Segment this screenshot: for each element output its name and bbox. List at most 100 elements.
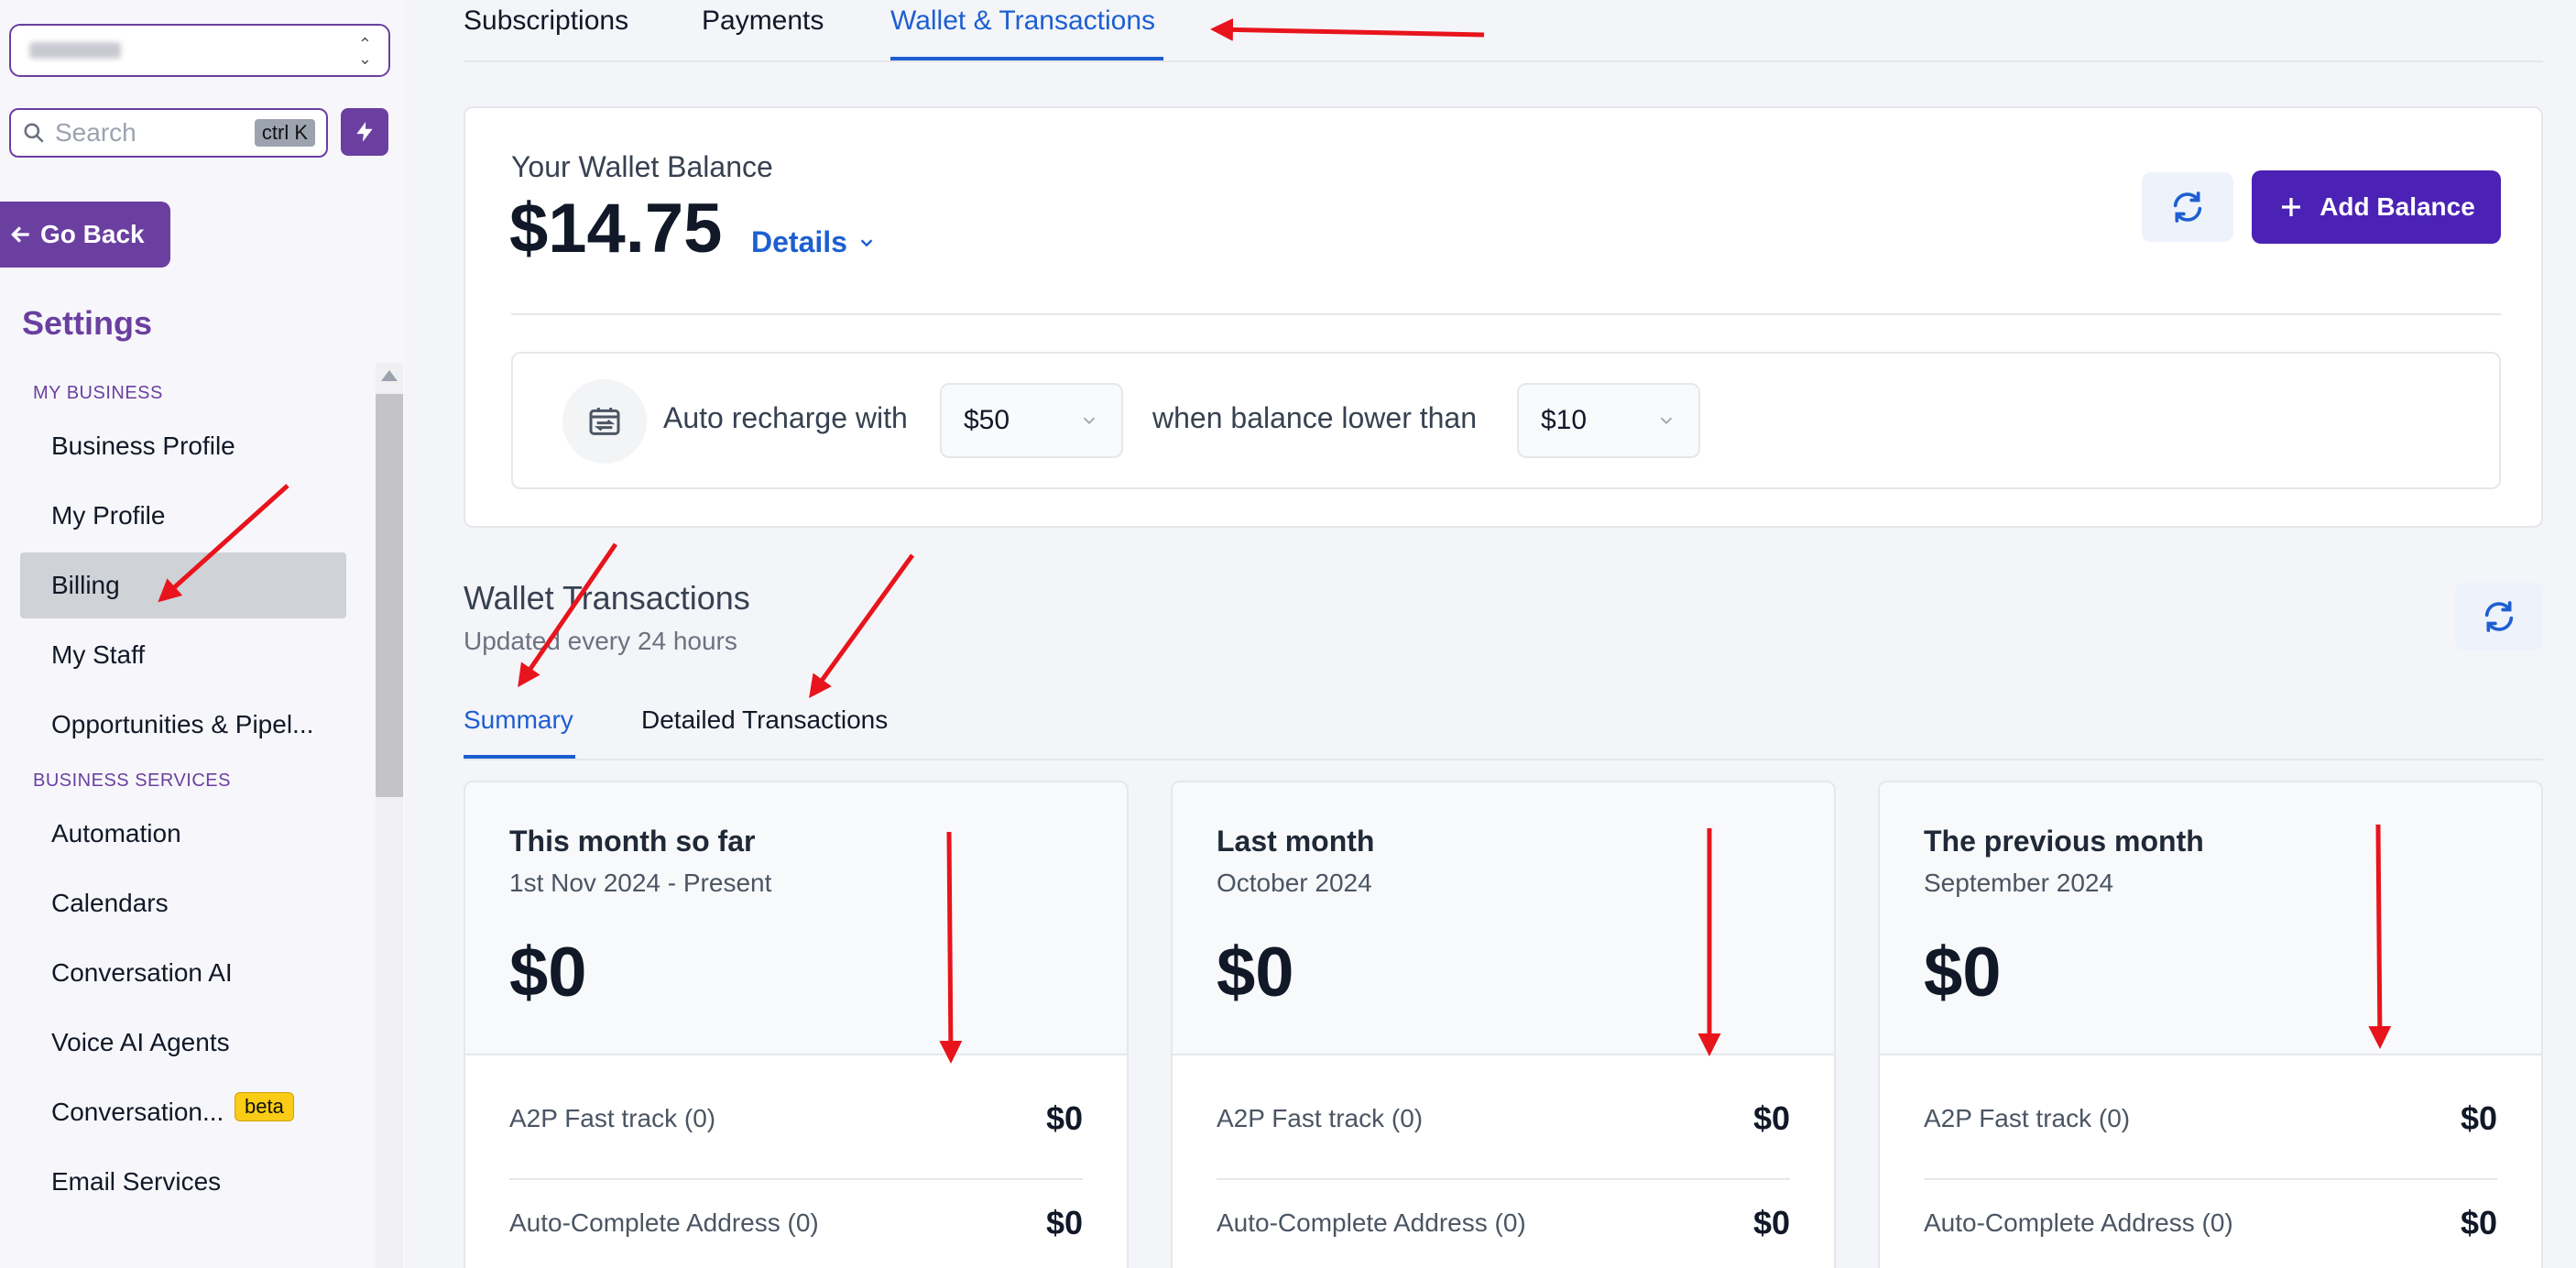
divider [1217,1178,1790,1180]
section-label-business-services: BUSINESS SERVICES [33,771,231,791]
summary-card-title: This month so far [509,825,756,858]
go-back-button[interactable]: Go Back [0,202,170,268]
summary-row: Auto-Complete Address (0) $0 [1217,1204,1790,1242]
go-back-label: Go Back [40,220,145,248]
summary-card-last-month: Last month October 2024 $0 A2P Fast trac… [1171,781,1836,1268]
summary-card-header: This month so far 1st Nov 2024 - Present… [465,782,1127,1055]
summary-row-label: Auto-Complete Address (0) [1217,1208,1526,1237]
add-balance-button[interactable]: Add Balance [2252,170,2501,244]
sidebar-item-label: My Staff [51,640,146,669]
summary-card-date: 1st Nov 2024 - Present [509,869,772,897]
refresh-icon [2173,191,2202,223]
sidebar-item-conversation-ai[interactable]: Conversation AI [20,940,346,1006]
threshold-amount-select[interactable]: $10 [1517,383,1700,458]
summary-card-header: The previous month September 2024 $0 [1880,782,2541,1055]
summary-row-value: $0 [1045,1099,1083,1137]
tab-wallet-transactions[interactable]: Wallet & Transactions [890,5,1155,37]
sidebar-item-label: Voice AI Agents [51,1028,230,1056]
summary-row: Auto-Complete Address (0) $0 [509,1204,1083,1242]
account-selector[interactable]: ⌃ ⌄ [9,24,390,77]
search-icon [24,123,44,143]
refresh-transactions-button[interactable] [2455,583,2543,650]
lightning-bolt-icon [356,122,373,142]
sidebar-item-voice-ai-agents[interactable]: Voice AI Agents [20,1010,346,1076]
threshold-amount-value: $10 [1541,405,1588,435]
sidebar-item-opportunities[interactable]: Opportunities & Pipel... [20,692,346,758]
wallet-balance-label: Your Wallet Balance [511,150,773,183]
sidebar-item-my-profile[interactable]: My Profile [20,483,346,549]
wallet-balance-card: Your Wallet Balance $14.75 Details Add B… [464,106,2543,528]
summary-row-value: $0 [1045,1204,1083,1241]
auto-recharge-icon [562,379,647,464]
add-balance-label: Add Balance [2319,192,2475,221]
plus-icon [2282,198,2301,216]
tab-payments[interactable]: Payments [702,5,824,37]
sidebar-item-label: Conversation AI [51,958,233,987]
summary-card-amount: $0 [1217,934,1294,1011]
sidebar-item-label: Calendars [51,889,169,917]
scroll-up-arrow-icon[interactable] [381,370,398,381]
wallet-transactions-subtitle: Updated every 24 hours [464,627,737,655]
divider [511,313,2501,315]
wallet-transactions-title: Wallet Transactions [464,579,750,617]
sidebar-nav: MY BUSINESS Business Profile My Profile … [0,366,366,1219]
active-tab-indicator [464,755,575,759]
sidebar-item-calendars[interactable]: Calendars [20,870,346,936]
summary-card-date: September 2024 [1924,869,2114,897]
chevron-down-icon [1083,417,1096,425]
sidebar-item-label: Billing [51,571,120,599]
sidebar-item-label: Conversation... [51,1098,224,1126]
sidebar-item-label: Opportunities & Pipel... [51,710,314,738]
summary-row-value: $0 [1752,1204,1790,1241]
search-input[interactable]: Search ctrl K [9,108,328,158]
summary-row-value: $0 [1752,1099,1790,1137]
arrow-left-icon [11,226,29,243]
sidebar-item-label: Business Profile [51,432,235,460]
sidebar: ⌃ ⌄ Search ctrl K Go Back Settings MY BUS… [0,0,405,1268]
summary-row-label: A2P Fast track (0) [1924,1104,2131,1132]
billing-tabs: Subscriptions Payments Wallet & Transact… [464,0,2543,62]
summary-row-value: $0 [2460,1099,2497,1137]
settings-title: Settings [22,304,153,342]
summary-row-label: A2P Fast track (0) [509,1104,716,1132]
quick-action-button[interactable] [341,108,388,156]
search-shortcut-badge: ctrl K [254,119,315,147]
sidebar-item-conversation[interactable]: Conversation... beta [20,1079,346,1145]
sidebar-scroll-thumb[interactable] [376,394,403,797]
summary-row: Auto-Complete Address (0) $0 [1924,1204,2497,1242]
account-name-blurred [29,42,121,59]
sidebar-item-billing[interactable]: Billing [20,552,346,618]
tab-subscriptions[interactable]: Subscriptions [464,5,628,37]
summary-card-title: Last month [1217,825,1375,858]
transactions-tabs: Summary Detailed Transactions [464,702,2543,760]
summary-card-header: Last month October 2024 $0 [1173,782,1834,1055]
sidebar-item-my-staff[interactable]: My Staff [20,622,346,688]
refresh-icon [2484,601,2514,632]
tab-detailed-transactions[interactable]: Detailed Transactions [641,705,888,735]
summary-card-previous-month: The previous month September 2024 $0 A2P… [1878,781,2543,1268]
tab-summary[interactable]: Summary [464,705,573,735]
refresh-balance-button[interactable] [2142,172,2233,242]
divider [509,1178,1083,1180]
annotation-arrow [809,553,915,699]
threshold-label: when balance lower than [1152,401,1478,434]
summary-row: A2P Fast track (0) $0 [509,1099,1083,1138]
summary-card-amount: $0 [1924,934,2002,1011]
summary-row-label: Auto-Complete Address (0) [509,1208,819,1237]
updown-chevron-icon: ⌃ ⌄ [357,35,372,68]
details-toggle[interactable]: Details [751,225,877,259]
chevron-down-icon [1660,417,1673,425]
wallet-balance-amount: $14.75 [509,190,723,268]
summary-row-value: $0 [2460,1204,2497,1241]
auto-recharge-label: Auto recharge with [663,401,908,434]
active-tab-indicator [890,57,1163,60]
sidebar-item-label: Email Services [51,1167,222,1196]
summary-row: A2P Fast track (0) $0 [1217,1099,1790,1138]
summary-card-date: October 2024 [1217,869,1372,897]
sidebar-item-business-profile[interactable]: Business Profile [20,413,346,479]
recharge-amount-select[interactable]: $50 [940,383,1123,458]
divider [1924,1178,2497,1180]
sidebar-item-automation[interactable]: Automation [20,801,346,867]
sidebar-item-email-services[interactable]: Email Services [20,1149,346,1215]
summary-row-label: A2P Fast track (0) [1217,1104,1424,1132]
